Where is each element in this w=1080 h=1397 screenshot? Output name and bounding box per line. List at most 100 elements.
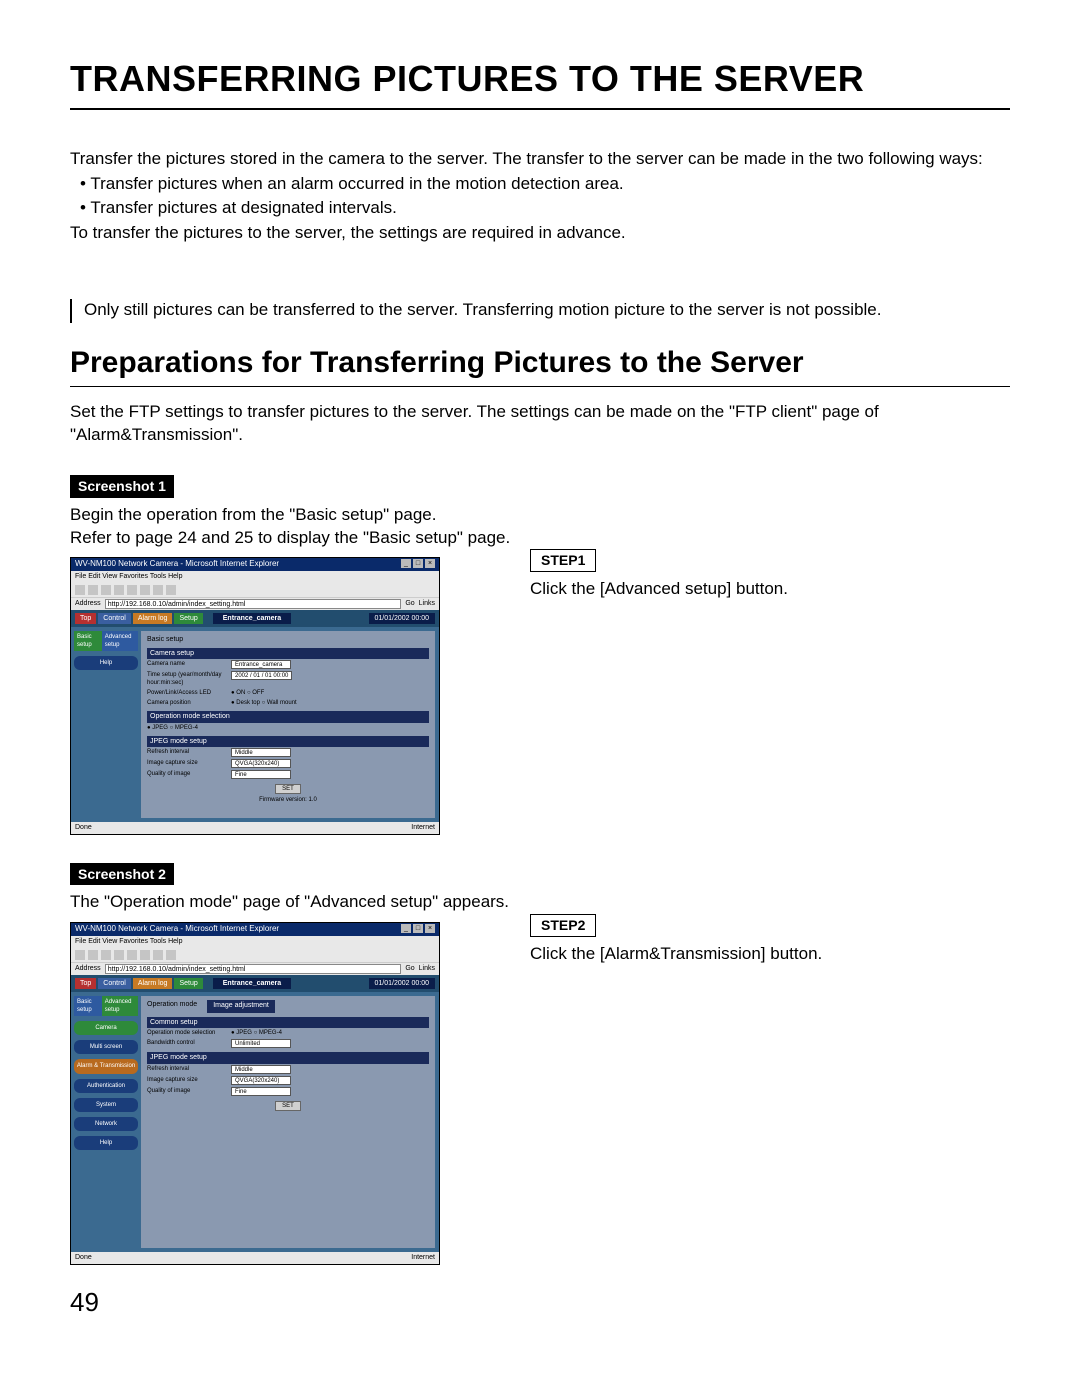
timestamp-2: 01/01/2002 00:00 [369,978,436,989]
help-button-2[interactable]: Help [74,1136,138,1150]
help-button[interactable]: Help [74,656,138,670]
lbl-camera-name: Camera name [147,660,227,669]
side-network[interactable]: Network [74,1117,138,1131]
links-label-2: Links [419,964,435,973]
form-header-common: Common setup [147,1017,429,1028]
win-title: WV-NM100 Network Camera - Microsoft Inte… [75,559,279,570]
screenshot-1-p1: Begin the operation from the "Basic setu… [70,504,1010,527]
val-quality[interactable]: Fine [231,770,291,779]
screenshot-1-p2: Refer to page 24 and 25 to display the "… [70,527,1010,550]
val-opmode2[interactable]: ● JPEG ○ MPEG-4 [231,1029,282,1037]
step1-text: Click the [Advanced setup] button. [530,578,1010,601]
lbl-led: Power/Link/Access LED [147,689,227,697]
addr-label: Address [75,599,101,608]
step2-text: Click the [Alarm&Transmission] button. [530,943,1010,966]
addr-label-2: Address [75,964,101,973]
val-quality2[interactable]: Fine [231,1087,291,1096]
side-multiscreen[interactable]: Multi screen [74,1040,138,1054]
screenshot-2-window: WV-NM100 Network Camera - Microsoft Inte… [70,922,440,1264]
screenshot-2-p1: The "Operation mode" page of "Advanced s… [70,891,1010,914]
tab-image-adjustment[interactable]: Image adjustment [207,1000,275,1012]
menubar: File Edit View Favorites Tools Help [71,571,439,582]
tab-top-2[interactable]: Top [75,978,96,989]
val-refresh2[interactable]: Middle [231,1065,291,1074]
lbl-position: Camera position [147,699,227,707]
tab-alarm-log[interactable]: Alarm log [133,613,173,624]
step2-label: STEP2 [530,914,596,937]
val-led[interactable]: ● ON ○ OFF [231,689,264,697]
note-row: Only still pictures can be transferred t… [70,299,1010,323]
toolbar [71,583,439,597]
lbl-time-setup: Time setup (year/month/day hour:min:sec) [147,671,227,687]
side-authentication[interactable]: Authentication [74,1079,138,1093]
lbl-capsize2: Image capture size [147,1076,227,1085]
tab-alarm-log-2[interactable]: Alarm log [133,978,173,989]
window-controls-2: _□× [401,924,435,935]
links-label: Links [419,599,435,608]
lbl-refresh2: Refresh interval [147,1065,227,1074]
sub-advanced-setup[interactable]: Advanced setup [102,631,138,651]
intro-block: Transfer the pictures stored in the came… [70,148,1010,246]
camera-label: Entrance_camera [213,613,291,624]
tab-control-2[interactable]: Control [98,978,131,989]
val-camera-name[interactable]: Entrance_camera [231,660,291,669]
note-bar-icon [70,299,72,323]
address-field[interactable]: http://192.168.0.10/admin/index_setting.… [105,599,402,609]
sub-basic-setup-2[interactable]: Basic setup [74,996,102,1016]
val-capsize[interactable]: QVGA(320x240) [231,759,291,768]
section-title: Preparations for Transferring Pictures t… [70,343,1010,387]
window-controls: _□× [401,559,435,570]
lbl-opmode2: Operation mode selection [147,1029,227,1037]
sub-basic-setup[interactable]: Basic setup [74,631,102,651]
intro-bullet-1: • Transfer pictures when an alarm occurr… [70,173,1010,196]
screenshot-1-label: Screenshot 1 [70,475,174,498]
set-button[interactable]: SET [275,784,301,794]
val-opmode[interactable]: ● JPEG ○ MPEG-4 [147,724,198,732]
val-refresh[interactable]: Middle [231,748,291,757]
camera-label-2: Entrance_camera [213,978,291,989]
go-button-2[interactable]: Go [405,964,414,973]
status-done-2: Done [75,1253,92,1262]
form-header-opmode: Operation mode selection [147,711,429,722]
set-button-2[interactable]: SET [275,1101,301,1111]
toolbar-2 [71,948,439,962]
timestamp: 01/01/2002 00:00 [369,613,436,624]
val-position[interactable]: ● Desk top ○ Wall mount [231,699,297,707]
val-time-setup[interactable]: 2002 / 01 / 01 00:00 [231,671,292,680]
side-camera[interactable]: Camera [74,1021,138,1035]
intro-bullet-2: • Transfer pictures at designated interv… [70,197,1010,220]
tab-top[interactable]: Top [75,613,96,624]
lbl-quality: Quality of image [147,770,227,779]
lbl-refresh: Refresh interval [147,748,227,757]
win-title-2: WV-NM100 Network Camera - Microsoft Inte… [75,924,279,935]
status-internet: Internet [411,823,435,832]
intro-p1: Transfer the pictures stored in the came… [70,148,1010,171]
go-button[interactable]: Go [405,599,414,608]
section-intro: Set the FTP settings to transfer picture… [70,401,1010,447]
sub-advanced-setup-2[interactable]: Advanced setup [102,996,138,1016]
val-bandwidth[interactable]: Unlimited [231,1039,291,1048]
tab-setup-2[interactable]: Setup [174,978,202,989]
panel-title: Basic setup [147,635,429,644]
val-capsize2[interactable]: QVGA(320x240) [231,1076,291,1085]
tab-control[interactable]: Control [98,613,131,624]
firmware-version: Firmware version: 1.0 [147,796,429,804]
lbl-capsize: Image capture size [147,759,227,768]
page-title: TRANSFERRING PICTURES TO THE SERVER [70,55,1010,110]
lbl-quality2: Quality of image [147,1087,227,1096]
status-done: Done [75,823,92,832]
panel2-title: Operation mode [147,1000,197,1009]
screenshot-2-label: Screenshot 2 [70,863,174,886]
form-header-camera: Camera setup [147,648,429,659]
side-alarm-transmission[interactable]: Alarm & Transmission [74,1059,138,1073]
tab-setup[interactable]: Setup [174,613,202,624]
lbl-bandwidth: Bandwidth control [147,1039,227,1048]
form-header-jpeg2: JPEG mode setup [147,1052,429,1063]
side-system[interactable]: System [74,1098,138,1112]
screenshot-1-window: WV-NM100 Network Camera - Microsoft Inte… [70,557,440,834]
intro-p2: To transfer the pictures to the server, … [70,222,1010,245]
address-field-2[interactable]: http://192.168.0.10/admin/index_setting.… [105,964,402,974]
step1-label: STEP1 [530,549,596,572]
menubar-2: File Edit View Favorites Tools Help [71,936,439,947]
status-internet-2: Internet [411,1253,435,1262]
